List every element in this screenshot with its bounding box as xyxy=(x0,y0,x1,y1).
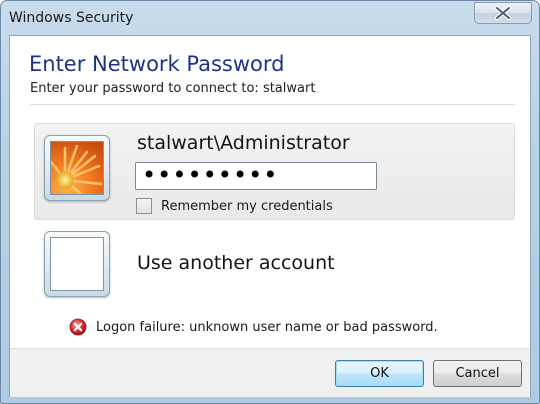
account-username: stalwart\Administrator xyxy=(137,132,350,154)
close-button[interactable] xyxy=(474,2,532,24)
security-dialog-window: Windows Security Enter Network Password … xyxy=(0,0,540,404)
error-icon xyxy=(69,318,87,336)
header-divider xyxy=(30,104,515,105)
button-footer: OK Cancel xyxy=(10,348,530,397)
use-another-account-label[interactable]: Use another account xyxy=(137,252,335,274)
error-message: Logon failure: unknown user name or bad … xyxy=(96,320,438,335)
password-field[interactable]: ••••••••• xyxy=(135,162,377,190)
remember-credentials-checkbox[interactable] xyxy=(136,198,152,214)
close-icon xyxy=(495,6,511,20)
cancel-button[interactable]: Cancel xyxy=(433,360,522,387)
dialog-subheading: Enter your password to connect to: stalw… xyxy=(30,81,316,96)
user-avatar[interactable] xyxy=(44,135,110,201)
other-account-tile[interactable] xyxy=(44,231,110,297)
blank-user-icon xyxy=(50,237,104,291)
window-title: Windows Security xyxy=(9,10,134,26)
remember-credentials-label[interactable]: Remember my credentials xyxy=(161,199,333,214)
title-bar[interactable]: Windows Security xyxy=(1,1,539,35)
dialog-content: Enter Network Password Enter your passwo… xyxy=(9,35,531,397)
ok-button[interactable]: OK xyxy=(335,360,424,387)
flower-picture-icon xyxy=(50,141,104,195)
dialog-heading: Enter Network Password xyxy=(29,52,285,76)
